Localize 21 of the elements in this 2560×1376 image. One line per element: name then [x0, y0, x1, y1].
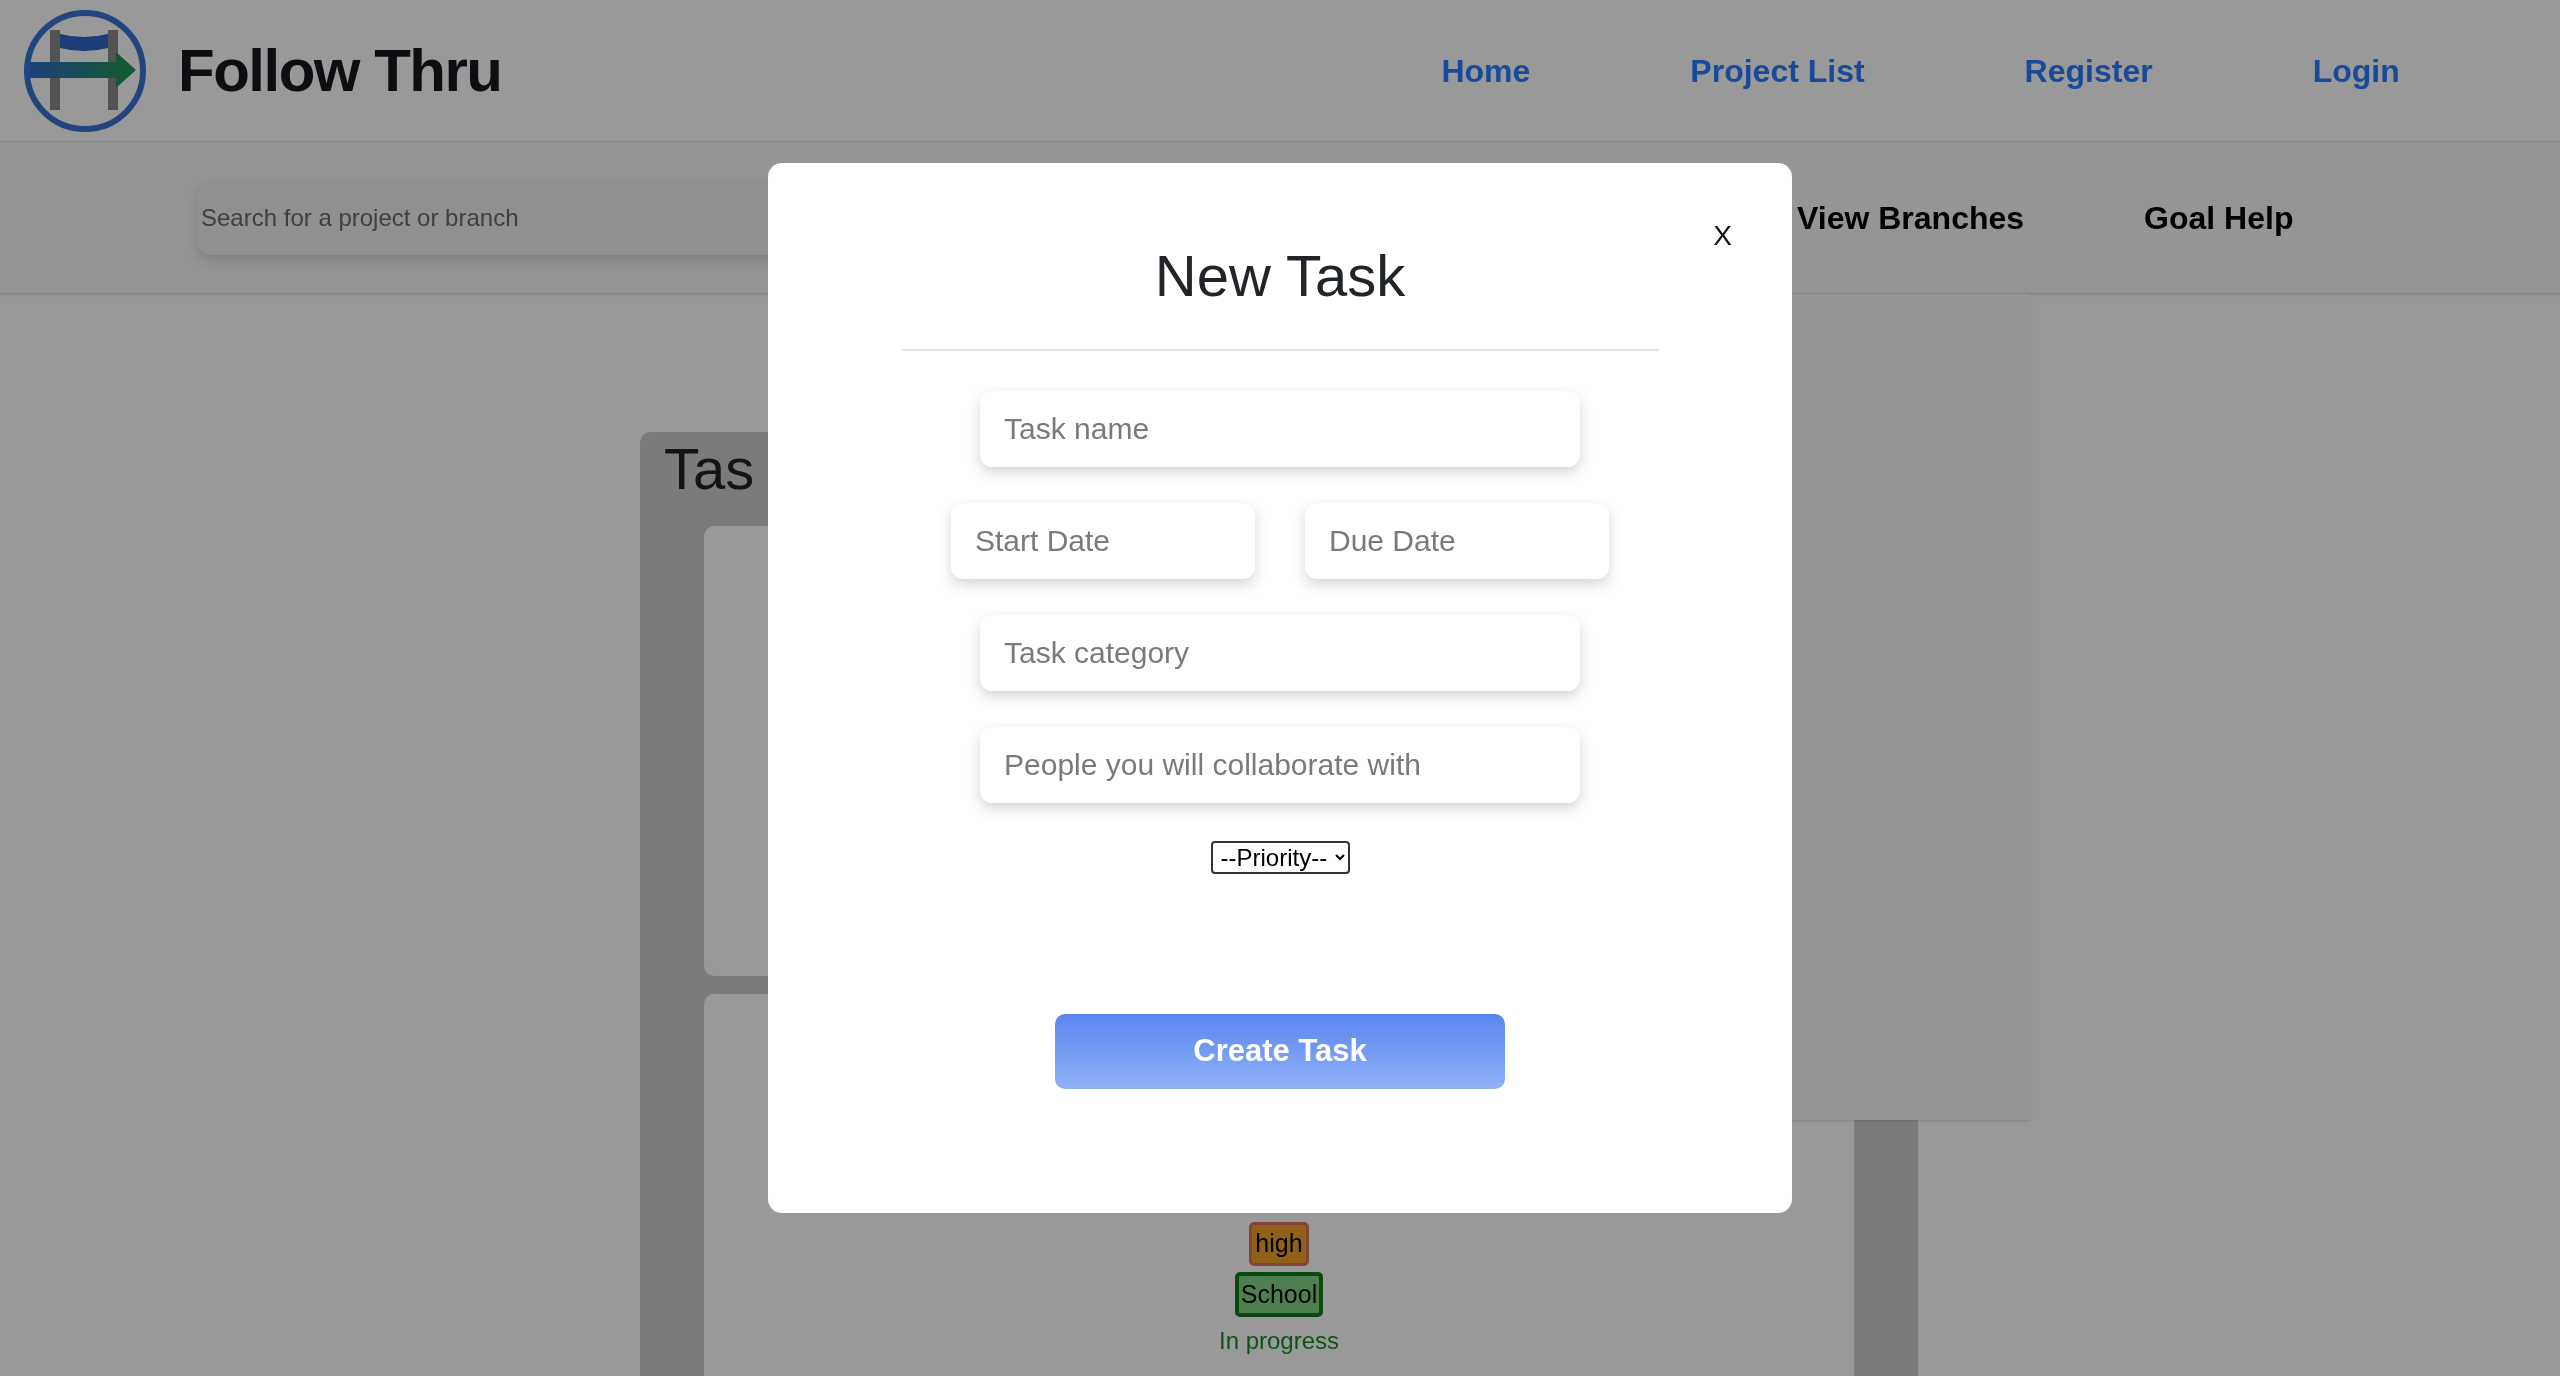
text-field[interactable]: Start Date [951, 503, 1255, 579]
panel-title: Tas [664, 440, 755, 498]
app-title: Follow Thru [178, 35, 502, 106]
nav-link[interactable]: Home [1441, 46, 1531, 95]
nav-link[interactable]: View Branches [1797, 193, 2025, 242]
nav-link[interactable]: Register [2024, 46, 2153, 95]
category-tag: School [1234, 1271, 1324, 1317]
create-task-button[interactable]: Create Task [1055, 1014, 1505, 1089]
nav-link[interactable]: Login [2312, 46, 2400, 95]
dialog-title: New Task [1154, 247, 1406, 305]
text-field[interactable]: Task category [980, 615, 1580, 691]
nav-link[interactable]: Goal Help [2144, 193, 2294, 242]
nav-link[interactable]: Project List [1690, 46, 1865, 95]
text-field[interactable]: Due Date [1305, 503, 1609, 579]
close-button[interactable]: X [1713, 215, 1732, 257]
logo-icon [22, 7, 148, 134]
text-field[interactable]: People you will collaborate with [980, 727, 1580, 803]
priority-select[interactable]: --Priority-- [1210, 841, 1350, 874]
text-field[interactable]: Task name [980, 391, 1580, 467]
priority-tag: high [1249, 1222, 1309, 1266]
task-status: In progress [1218, 1326, 1340, 1356]
